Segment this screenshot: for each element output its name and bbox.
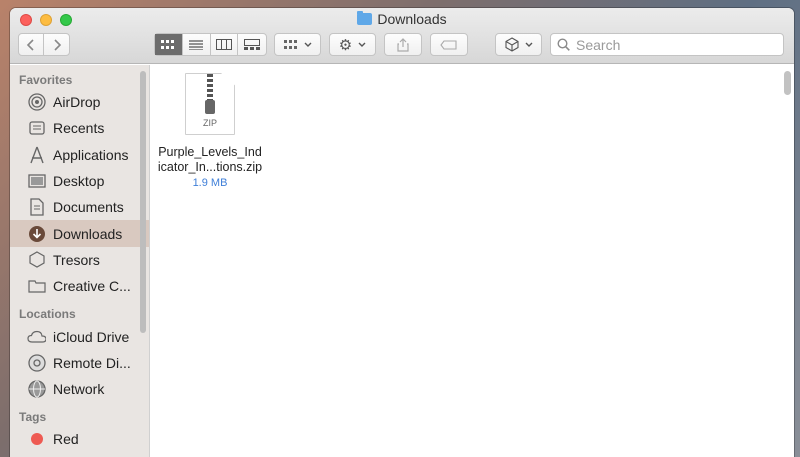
zipper-pull-icon xyxy=(205,100,215,114)
forward-button[interactable] xyxy=(44,34,69,55)
file-name-line-2: icator_In...tions.zip xyxy=(157,160,263,174)
sidebar: Favorites AirDrop Recents Applications D… xyxy=(10,65,150,457)
window-title-text: Downloads xyxy=(377,11,447,27)
sidebar-item-tag-red[interactable]: Red xyxy=(10,426,149,452)
downloads-icon xyxy=(27,224,46,243)
sidebar-item-recents[interactable]: Recents xyxy=(10,115,149,141)
gallery-view-button[interactable] xyxy=(238,34,266,55)
sidebar-item-label: Applications xyxy=(53,146,129,163)
sidebar-item-label: Red xyxy=(53,431,79,448)
file-item[interactable]: ZIP Purple_Levels_Ind icator_In...tions.… xyxy=(157,73,263,189)
applications-icon xyxy=(27,145,46,164)
column-view-button[interactable] xyxy=(211,34,239,55)
chevron-down-icon xyxy=(525,42,532,47)
file-size: 1.9 MB xyxy=(192,177,228,189)
content-scrollbar[interactable] xyxy=(784,71,791,95)
file-name: Purple_Levels_Ind icator_In...tions.zip xyxy=(157,145,263,175)
sidebar-scrollbar[interactable] xyxy=(140,71,146,333)
finder-window: Downloads ⚙ Search Favorites AirDrop Rec… xyxy=(10,8,794,457)
chevron-right-icon xyxy=(53,38,61,51)
sidebar-section-tags: Tags xyxy=(19,410,47,425)
search-field[interactable]: Search xyxy=(550,33,784,56)
sidebar-section-locations: Locations xyxy=(19,307,76,322)
sidebar-item-applications[interactable]: Applications xyxy=(10,142,149,168)
sidebar-item-network[interactable]: Network xyxy=(10,376,149,402)
sidebar-item-documents[interactable]: Documents xyxy=(10,194,149,220)
share-button[interactable] xyxy=(384,33,422,56)
search-placeholder: Search xyxy=(576,36,621,53)
hexagon-icon xyxy=(504,37,519,52)
network-icon xyxy=(27,380,46,399)
sidebar-item-label: Tresors xyxy=(53,251,100,268)
back-button[interactable] xyxy=(19,34,44,55)
group-by-button[interactable] xyxy=(274,33,321,56)
sidebar-item-label: Creative C... xyxy=(53,278,131,295)
search-icon xyxy=(557,38,570,51)
list-icon xyxy=(189,39,204,50)
desktop-icon xyxy=(27,172,46,191)
sidebar-item-label: Recents xyxy=(53,120,105,137)
file-browser: ZIP Purple_Levels_Ind icator_In...tions.… xyxy=(151,65,794,457)
share-icon xyxy=(397,37,409,52)
list-view-button[interactable] xyxy=(183,34,211,55)
grid-icon xyxy=(161,39,175,49)
columns-icon xyxy=(215,39,232,50)
chevron-down-icon xyxy=(304,42,311,47)
tag-button[interactable] xyxy=(430,33,468,56)
view-mode-control xyxy=(154,33,267,56)
file-type-label: ZIP xyxy=(202,118,217,128)
red-tag-icon xyxy=(27,430,46,449)
gallery-icon xyxy=(244,39,261,50)
sidebar-item-desktop[interactable]: Desktop xyxy=(10,168,149,194)
window-title: Downloads xyxy=(10,11,794,27)
sidebar-item-label: Downloads xyxy=(53,225,123,242)
titlebar: Downloads ⚙ Search xyxy=(10,8,794,64)
sidebar-item-tresors[interactable]: Tresors xyxy=(10,247,149,273)
chevron-down-icon xyxy=(358,42,366,47)
file-name-line-1: Purple_Levels_Ind xyxy=(158,145,262,159)
sidebar-item-label: iCloud Drive xyxy=(53,328,130,345)
sidebar-section-favorites: Favorites xyxy=(19,73,73,87)
tresors-icon xyxy=(27,250,46,269)
folder-icon xyxy=(357,11,373,25)
chevron-left-icon xyxy=(26,38,34,51)
tresorit-button[interactable] xyxy=(495,33,542,56)
sidebar-item-airdrop[interactable]: AirDrop xyxy=(10,89,149,115)
zip-file-icon: ZIP xyxy=(185,73,235,135)
sidebar-item-label: Desktop xyxy=(53,173,105,190)
sidebar-item-label: Documents xyxy=(53,199,124,216)
airdrop-icon xyxy=(27,93,46,112)
folder-icon xyxy=(27,277,46,296)
icon-view-button[interactable] xyxy=(155,34,183,55)
tag-icon xyxy=(440,39,457,50)
sidebar-item-label: AirDrop xyxy=(53,94,101,111)
icloud-icon xyxy=(27,327,46,346)
sidebar-item-downloads[interactable]: Downloads xyxy=(10,220,149,247)
recents-icon xyxy=(27,119,46,138)
group-grid-icon xyxy=(283,39,297,49)
sidebar-item-icloud-drive[interactable]: iCloud Drive xyxy=(10,323,149,349)
nav-buttons xyxy=(18,33,70,56)
sidebar-item-label: Remote Di... xyxy=(53,354,131,371)
gear-icon: ⚙ xyxy=(338,36,353,54)
sidebar-item-label: Network xyxy=(53,381,105,398)
sidebar-item-remote-disc[interactable]: Remote Di... xyxy=(10,350,149,376)
remote-disc-icon xyxy=(27,353,46,372)
action-button[interactable]: ⚙ xyxy=(329,33,376,56)
documents-icon xyxy=(27,198,46,217)
sidebar-item-creative-cloud[interactable]: Creative C... xyxy=(10,273,149,299)
